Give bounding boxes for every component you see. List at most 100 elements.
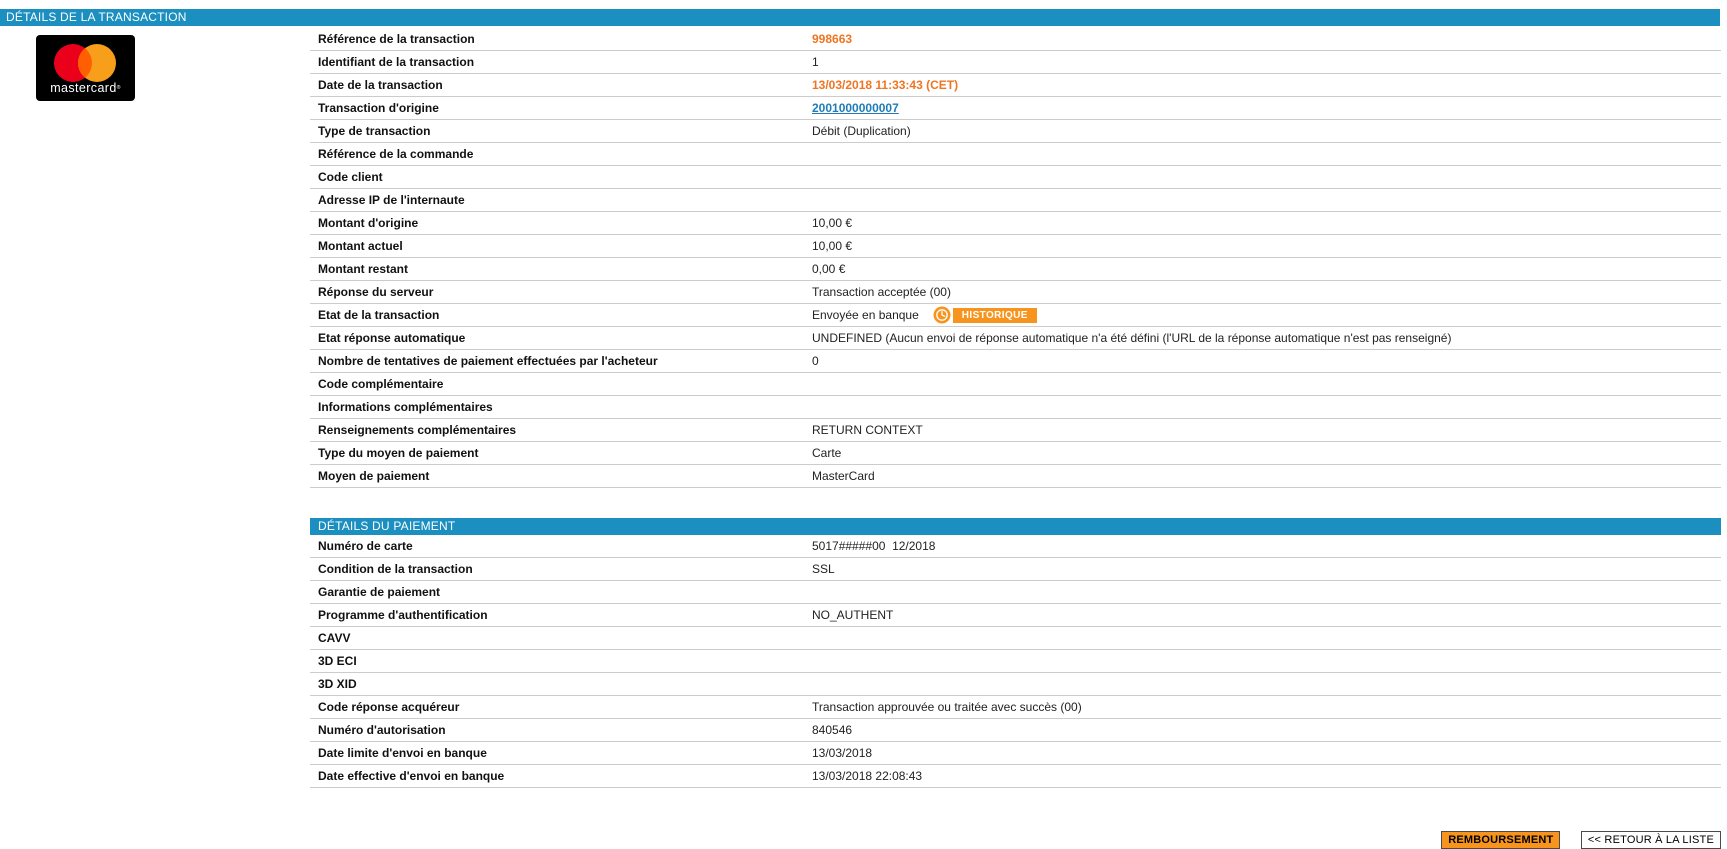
field-label: Date de la transaction: [310, 74, 812, 96]
detail-row: Identifiant de la transaction1: [310, 51, 1721, 74]
history-clock-icon[interactable]: [933, 306, 951, 324]
field-value-text: Débit (Duplication): [812, 120, 911, 142]
field-label: Numéro de carte: [310, 535, 812, 557]
detail-row: Garantie de paiement: [310, 581, 1721, 604]
refund-button[interactable]: REMBOURSEMENT: [1441, 831, 1560, 849]
transaction-details-header-title: DÉTAILS DE LA TRANSACTION: [6, 10, 187, 24]
mastercard-logo: mastercard®: [36, 35, 135, 101]
detail-row: Type de transactionDébit (Duplication): [310, 120, 1721, 143]
detail-row: Montant restant0,00 €: [310, 258, 1721, 281]
field-label: Renseignements complémentaires: [310, 419, 812, 441]
detail-row: Renseignements complémentairesRETURN CON…: [310, 419, 1721, 442]
detail-row: Nombre de tentatives de paiement effectu…: [310, 350, 1721, 373]
field-value-text: Transaction acceptée (00): [812, 281, 951, 303]
mastercard-circles-icon: [36, 35, 135, 87]
detail-row: Réponse du serveurTransaction acceptée (…: [310, 281, 1721, 304]
field-label: Montant restant: [310, 258, 812, 280]
detail-row: Etat réponse automatiqueUNDEFINED (Aucun…: [310, 327, 1721, 350]
back-to-list-button[interactable]: << RETOUR À LA LISTE: [1581, 831, 1721, 849]
detail-row: Montant actuel10,00 €: [310, 235, 1721, 258]
field-value-text: 5017#####00 12/2018: [812, 535, 935, 557]
field-label: Référence de la transaction: [310, 28, 812, 50]
field-value: 13/03/2018 11:33:43 (CET): [812, 74, 1721, 96]
detail-row: Numéro d'autorisation840546: [310, 719, 1721, 742]
field-label: Etat de la transaction: [310, 304, 812, 326]
mastercard-wordmark: mastercard®: [36, 82, 135, 94]
field-value: Transaction approuvée ou traitée avec su…: [812, 696, 1721, 718]
field-value: Débit (Duplication): [812, 120, 1721, 142]
field-value-text: Carte: [812, 442, 841, 464]
field-label: Date limite d'envoi en banque: [310, 742, 812, 764]
field-label: Réponse du serveur: [310, 281, 812, 303]
field-value-text: 840546: [812, 719, 852, 741]
field-label: Garantie de paiement: [310, 581, 812, 603]
field-value-text: Envoyée en banque: [812, 304, 919, 326]
detail-row: Moyen de paiementMasterCard: [310, 465, 1721, 488]
field-label: Code réponse acquéreur: [310, 696, 812, 718]
detail-row: Type du moyen de paiementCarte: [310, 442, 1721, 465]
field-label: Code complémentaire: [310, 373, 812, 395]
payment-details-header: DÉTAILS DU PAIEMENT: [310, 518, 1721, 535]
field-value-text: UNDEFINED (Aucun envoi de réponse automa…: [812, 327, 1451, 349]
field-value: NO_AUTHENT: [812, 604, 1721, 626]
field-value-text: 13/03/2018 22:08:43: [812, 765, 922, 787]
field-value-text: MasterCard: [812, 465, 875, 487]
field-value: Carte: [812, 442, 1721, 464]
detail-row: Date limite d'envoi en banque13/03/2018: [310, 742, 1721, 765]
field-label: Montant d'origine: [310, 212, 812, 234]
detail-row: CAVV: [310, 627, 1721, 650]
origin-transaction-link[interactable]: 2001000000007: [812, 97, 899, 119]
field-value: Envoyée en banque HISTORIQUE: [812, 304, 1721, 326]
field-value-text: RETURN CONTEXT: [812, 419, 923, 441]
field-value: 13/03/2018: [812, 742, 1721, 764]
field-value-text: Transaction approuvée ou traitée avec su…: [812, 696, 1082, 718]
field-value: Transaction acceptée (00): [812, 281, 1721, 303]
field-value-text: SSL: [812, 558, 835, 580]
detail-row: Numéro de carte5017#####00 12/2018: [310, 535, 1721, 558]
field-value: 2001000000007: [812, 97, 1721, 119]
field-label: Date effective d'envoi en banque: [310, 765, 812, 787]
field-value-text: 1: [812, 51, 819, 73]
detail-row: Condition de la transactionSSL: [310, 558, 1721, 581]
field-value: 0,00 €: [812, 258, 1721, 280]
detail-row: Montant d'origine10,00 €: [310, 212, 1721, 235]
transaction-details-header: DÉTAILS DE LA TRANSACTION: [0, 9, 1720, 26]
field-label: Condition de la transaction: [310, 558, 812, 580]
field-label: Montant actuel: [310, 235, 812, 257]
field-label: Etat réponse automatique: [310, 327, 812, 349]
field-label: CAVV: [310, 627, 812, 649]
historique-button[interactable]: HISTORIQUE: [953, 308, 1037, 323]
payment-details-header-title: DÉTAILS DU PAIEMENT: [318, 519, 455, 533]
field-value: 13/03/2018 22:08:43: [812, 765, 1721, 787]
field-value-text: 10,00 €: [812, 235, 852, 257]
field-value: 840546: [812, 719, 1721, 741]
field-label: Nombre de tentatives de paiement effectu…: [310, 350, 812, 372]
detail-row: 3D ECI: [310, 650, 1721, 673]
field-label: 3D XID: [310, 673, 812, 695]
field-label: Programme d'authentification: [310, 604, 812, 626]
field-label: 3D ECI: [310, 650, 812, 672]
field-value-text: 0,00 €: [812, 258, 845, 280]
detail-row: Etat de la transactionEnvoyée en banque H…: [310, 304, 1721, 327]
detail-row: Référence de la transaction998663: [310, 28, 1721, 51]
payment-details-table: Numéro de carte5017#####00 12/2018Condit…: [310, 535, 1721, 788]
field-value-text: 0: [812, 350, 819, 372]
field-value: UNDEFINED (Aucun envoi de réponse automa…: [812, 327, 1721, 349]
field-label: Moyen de paiement: [310, 465, 812, 487]
field-label: Identifiant de la transaction: [310, 51, 812, 73]
field-value: SSL: [812, 558, 1721, 580]
detail-row: Code client: [310, 166, 1721, 189]
field-value-text: 10,00 €: [812, 212, 852, 234]
field-value: RETURN CONTEXT: [812, 419, 1721, 441]
field-label: Transaction d'origine: [310, 97, 812, 119]
field-value: 10,00 €: [812, 235, 1721, 257]
detail-row: Transaction d'origine2001000000007: [310, 97, 1721, 120]
detail-row: 3D XID: [310, 673, 1721, 696]
detail-row: Code réponse acquéreurTransaction approu…: [310, 696, 1721, 719]
field-value: 10,00 €: [812, 212, 1721, 234]
detail-row: Adresse IP de l'internaute: [310, 189, 1721, 212]
field-value-text: 13/03/2018 11:33:43 (CET): [812, 74, 958, 96]
detail-row: Programme d'authentificationNO_AUTHENT: [310, 604, 1721, 627]
field-label: Informations complémentaires: [310, 396, 812, 418]
detail-row: Informations complémentaires: [310, 396, 1721, 419]
